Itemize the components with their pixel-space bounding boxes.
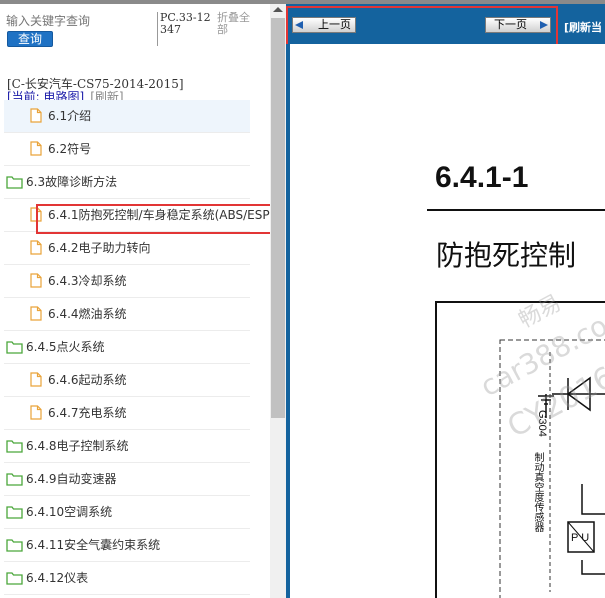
sensor-label: 制动真空度传感器 (532, 452, 543, 532)
scroll-up-arrow-icon[interactable] (273, 7, 283, 12)
file-icon (30, 405, 42, 420)
folder-icon (6, 538, 23, 552)
tree-item[interactable]: 6.4.4燃油系统 (4, 298, 250, 331)
left-panel: 查询 PC.33-12347 折叠全部 [C-长安汽车-CS75-2014-20… (0, 4, 270, 598)
folder-icon (6, 571, 23, 585)
file-icon (30, 108, 42, 123)
tree-item[interactable]: 6.1介绍 (4, 100, 250, 133)
scrollbar[interactable] (270, 4, 286, 598)
part-code: PC.33-12347 (157, 12, 212, 46)
tree-item[interactable]: 6.4.8电子控制系统 (4, 430, 250, 463)
tree-item[interactable]: 6.4.6起动系统 (4, 364, 250, 397)
tree-item-label: 6.4.4燃油系统 (48, 307, 127, 321)
tree-item-label: 6.3故障诊断方法 (26, 175, 118, 189)
search-button[interactable]: 查询 (7, 31, 53, 47)
tree-item-label: 6.4.3冷却系统 (48, 274, 127, 288)
folder-icon (6, 439, 23, 453)
tree-item-label: 6.4.12仪表 (26, 571, 89, 585)
wiring-diagram (435, 301, 605, 598)
tree-item-label: 6.1介绍 (48, 109, 92, 123)
file-icon (30, 240, 42, 255)
file-icon (30, 141, 42, 156)
file-icon (30, 306, 42, 321)
fold-all-link[interactable]: 折叠全部 (217, 12, 257, 36)
tree-item[interactable]: 6.4.2电子助力转向 (4, 232, 250, 265)
tree-item-label: 6.4.5点火系统 (26, 340, 105, 354)
folder-icon (6, 505, 23, 519)
search-input[interactable] (6, 13, 146, 29)
document-page: 6.4.1-1 防抱死控制 G304 制动真空度传感器 P U 畅易 car38… (290, 44, 605, 598)
tree-item-label: 6.2符号 (48, 142, 92, 156)
refresh-document-link[interactable]: [刷新当 (564, 19, 602, 35)
highlight-box-tree (36, 204, 276, 234)
highlight-box-nav (286, 6, 558, 46)
tree-view: 6.1介绍 6.2符号 6.3故障诊断方法 6.4.1防抱死控制/车身稳定系统(ABS… (0, 100, 270, 595)
sensor-wire-1 (581, 484, 605, 515)
search-bar: 查询 PC.33-12347 折叠全部 (0, 4, 270, 50)
tree-item[interactable]: 6.3故障诊断方法 (4, 166, 250, 199)
tree-item-label: 6.4.8电子控制系统 (26, 439, 129, 453)
tree-item[interactable]: 6.4.9自动变速器 (4, 463, 250, 496)
folder-icon (6, 175, 23, 189)
file-icon (30, 273, 42, 288)
tree-item[interactable]: 6.4.12仪表 (4, 562, 250, 595)
folder-icon (6, 472, 23, 486)
pu-label: P U (571, 532, 590, 544)
viewer-toolbar: 上一页 下一页 [刷新当 (286, 4, 605, 46)
tree-item-label: 6.4.2电子助力转向 (48, 241, 151, 255)
tree-item-label: 6.4.10空调系统 (26, 505, 113, 519)
tree-item-label: 6.4.11安全气囊约束系统 (26, 538, 161, 552)
tree-item[interactable]: 6.4.7充电系统 (4, 397, 250, 430)
tree-item[interactable]: 6.4.3冷却系统 (4, 265, 250, 298)
sensor-wire-2 (581, 560, 605, 575)
tree-item[interactable]: 6.4.5点火系统 (4, 331, 250, 364)
tree-item-label: 6.4.6起动系统 (48, 373, 127, 387)
document-viewer: 上一页 下一页 [刷新当 6.4.1-1 防抱死控制 G304 制动真空度传感器… (286, 4, 605, 598)
tree-item[interactable]: 6.2符号 (4, 133, 250, 166)
tree-item[interactable]: 6.4.10空调系统 (4, 496, 250, 529)
tree-item-label: 6.4.9自动变速器 (26, 472, 117, 486)
file-icon (30, 372, 42, 387)
tree-item[interactable]: 6.4.11安全气囊约束系统 (4, 529, 250, 562)
tree-item-label: 6.4.7充电系统 (48, 406, 127, 420)
scroll-thumb[interactable] (271, 18, 285, 418)
folder-icon (6, 340, 23, 354)
